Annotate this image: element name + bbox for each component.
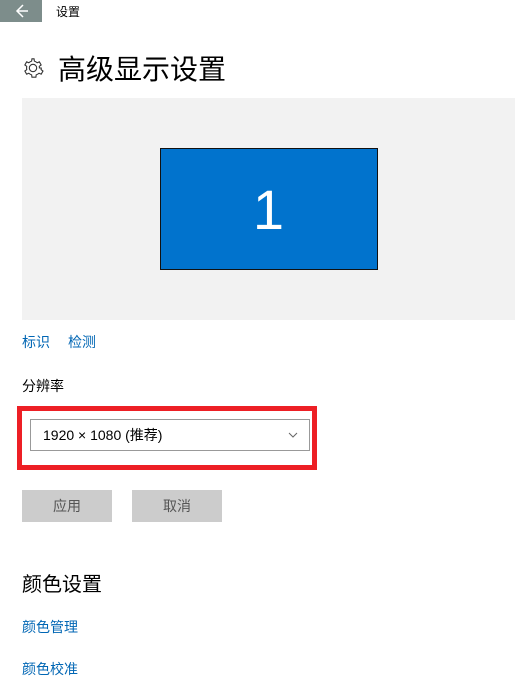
display-links-row: 标识 检测 (22, 332, 493, 352)
page-title-row: 高级显示设置 (22, 48, 493, 88)
identify-link[interactable]: 标识 (22, 332, 50, 352)
highlight-annotation: 1920 × 1080 (推荐) (17, 406, 317, 470)
chevron-down-icon (287, 429, 299, 441)
color-section-title: 颜色设置 (22, 568, 493, 597)
monitor-number: 1 (253, 177, 284, 242)
title-bar: 设置 (0, 0, 515, 22)
apply-button[interactable]: 应用 (22, 490, 112, 522)
button-row: 应用 取消 (22, 490, 493, 522)
back-button[interactable] (0, 0, 42, 22)
page-title: 高级显示设置 (58, 48, 226, 88)
cancel-button[interactable]: 取消 (132, 490, 222, 522)
gear-icon (22, 57, 44, 79)
resolution-value: 1920 × 1080 (推荐) (43, 425, 162, 445)
display-preview-panel: 1 (22, 98, 515, 320)
detect-link[interactable]: 检测 (68, 332, 96, 352)
color-management-link[interactable]: 颜色管理 (22, 617, 493, 637)
arrow-left-icon (12, 2, 30, 20)
resolution-select[interactable]: 1920 × 1080 (推荐) (30, 419, 310, 451)
resolution-label: 分辨率 (22, 376, 493, 396)
window-title: 设置 (42, 0, 515, 22)
color-calibration-link[interactable]: 颜色校准 (22, 659, 493, 679)
monitor-1[interactable]: 1 (160, 148, 378, 270)
